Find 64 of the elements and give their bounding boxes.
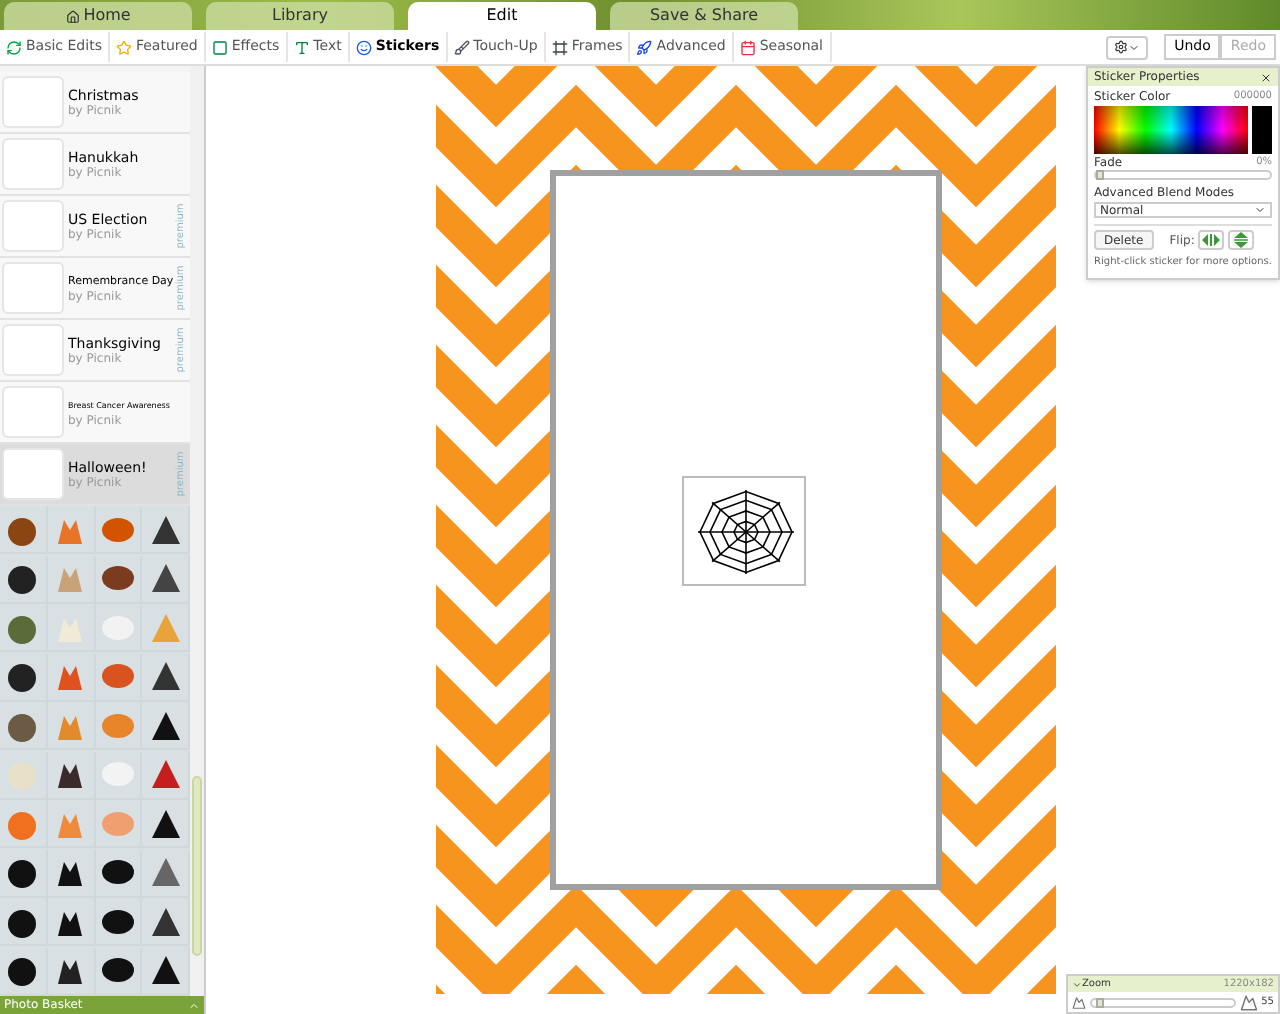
home-icon [65,9,80,23]
sticker-set-thumbnail [2,76,64,128]
caret-icon [1128,41,1141,53]
sticker-set-thumbnail [2,448,64,500]
letter-icon [293,39,310,55]
sticker-thumbnail-icon[interactable] [99,658,136,694]
sticker-thumbnail-icon[interactable] [147,903,184,939]
sticker-set-thumbnail [2,324,64,376]
frame-icon [551,39,568,55]
nav-tab[interactable]: Library [206,2,394,30]
sticker-thumbnail-icon[interactable] [147,854,184,890]
settings-button[interactable] [1106,35,1149,59]
zoom-slider[interactable] [1090,997,1236,1007]
zoom-in-icon[interactable] [1239,993,1258,1011]
fade-slider[interactable] [1094,170,1272,180]
collapse-icon[interactable] [1072,979,1082,989]
sticker-thumbnail-icon[interactable] [147,511,184,547]
sticker-thumbnail-icon[interactable] [147,707,184,743]
flip-horizontal-button[interactable] [1198,230,1225,250]
brush-icon [453,39,470,55]
color-preview [1252,106,1272,154]
caret-icon [1254,204,1266,216]
flip-horizontal-icon [1202,234,1221,246]
sticker-set-thumbnail [2,138,64,190]
color-spectrum[interactable] [1094,106,1248,154]
sticker-thumbnail-icon[interactable] [4,952,41,988]
nav-tab[interactable]: Save & Share [610,2,798,30]
sticker-thumbnail-icon[interactable] [4,854,41,890]
sticker-thumbnail-icon[interactable] [99,854,136,890]
close-icon[interactable] [1260,71,1272,83]
slider-thumb[interactable] [1095,997,1104,1007]
sticker-thumbnail-icon[interactable] [147,658,184,694]
calendar-icon [739,39,756,55]
rocket-icon [636,39,653,55]
sticker-thumbnail-icon[interactable] [147,952,184,988]
refresh-icon [6,39,22,55]
slider-thumb[interactable] [1096,170,1104,180]
nav-tab[interactable]: Edit [408,2,596,30]
settings-icon [1114,40,1129,54]
sticker-thumbnail-icon[interactable] [147,609,184,645]
sticker-thumbnail-icon[interactable] [147,756,184,792]
flip-vertical-icon [1234,232,1249,248]
sticker-thumbnail-icon[interactable] [4,560,41,596]
star-icon [115,39,132,55]
scrollbar-thumb[interactable] [192,776,202,956]
sticker-thumbnail-icon[interactable] [147,805,184,841]
sticker-thumbnail-icon[interactable] [4,756,41,792]
sticker-set-thumbnail [2,262,64,314]
expand-icon [188,999,200,1011]
spider-web-icon [694,486,798,578]
flip-vertical-button[interactable] [1228,230,1255,250]
sticker-set-thumbnail [2,386,64,438]
sticker-thumbnail-icon[interactable] [99,756,136,792]
square-icon [211,39,228,55]
sticker-selection[interactable] [682,476,806,586]
zoom-out-icon[interactable] [1072,995,1086,1009]
nav-tab[interactable]: Home [4,2,192,30]
smile-icon [355,39,372,55]
sticker-thumbnail-icon[interactable] [147,560,184,596]
sticker-set-thumbnail [2,200,64,252]
sticker-thumbnail-icon[interactable] [99,560,136,596]
scrollbar[interactable] [190,66,204,996]
sticker-thumbnail-icon[interactable] [99,952,136,988]
sticker-thumbnail-icon[interactable] [4,658,41,694]
